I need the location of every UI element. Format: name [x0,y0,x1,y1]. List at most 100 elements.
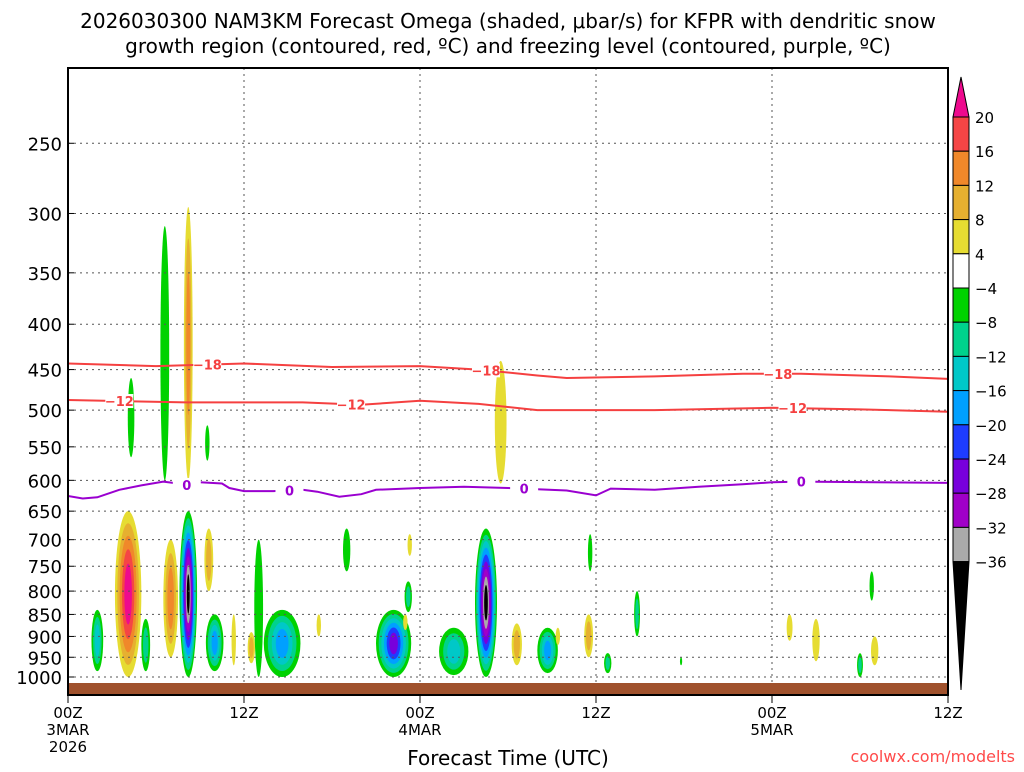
x-tick-label-l1: 00Z [53,704,82,722]
y-axis: 2503003504004505005506006507007508008509… [16,134,74,689]
y-tick-label-550: 550 [28,438,62,459]
colorbar-label: 4 [975,246,985,264]
colorbar-box-4 [952,219,970,255]
omega-feature-14-level--16 [275,629,289,658]
y-tick-label-950: 950 [28,648,62,669]
x-tick-label-l1: 00Z [405,704,434,722]
y-tick-label-300: 300 [28,204,62,225]
y-tick-label-700: 700 [28,531,62,552]
contour-label--18: −18 [763,368,792,383]
omega-feature-10-level--16 [211,630,218,655]
colorbar-box-8 [952,355,970,392]
omega-feature-4-level--4 [160,226,170,481]
omega-feature-7-level--36 [186,574,190,614]
colorbar-box-9 [952,390,970,426]
y-tick-label-250: 250 [28,134,62,155]
chart-title-line2: growth region (contoured, red, ºC) and f… [125,34,891,58]
omega-cross-section-chart: 2026030300 NAM3KM Forecast Omega (shaded… [16,9,1015,770]
contour-label-0: 0 [285,484,294,499]
omega-feature-2-level--4 [127,378,135,458]
colorbar-label: 16 [975,143,994,161]
colorbar-box-5 [952,253,970,289]
omega-feature-22-level--36 [484,585,488,621]
omega-feature-6-level-12 [186,272,191,416]
contour-label--12: −12 [105,395,134,410]
y-tick-label-350: 350 [28,264,62,285]
contour-label-0: 0 [182,479,191,494]
omega-feature-35-level--8 [858,657,862,674]
ground-surface [68,683,948,695]
colorbar-box-10 [952,424,970,460]
y-tick-label-450: 450 [28,361,62,382]
x-tick-label-l1: 12Z [581,704,610,722]
omega-feature-13-level--4 [254,539,264,677]
x-tick-label-l2: 5MAR [750,721,793,739]
colorbar-box-13 [952,526,970,563]
contour-label--18: −18 [472,364,501,379]
omega-feature-20-level--8 [406,586,411,608]
colorbar-top-arrow [952,76,970,118]
colorbar-box-3 [952,184,970,221]
x-tick-label-l2: 3MAR [46,721,89,739]
colorbar-box-2 [952,150,970,186]
y-tick-label-800: 800 [28,582,62,603]
colorbar-label: −20 [975,417,1007,435]
contour-label-0: 0 [520,483,529,498]
watermark: coolwx.com/modelts [851,747,1015,766]
colorbar-label: 20 [975,109,994,127]
omega-shading [91,206,879,677]
x-axis-label: Forecast Time (UTC) [407,746,609,768]
contour-label--12: −12 [778,402,807,417]
contour-label--18: −18 [193,359,222,374]
omega-feature-26-level-4 [555,627,561,645]
y-tick-label-650: 650 [28,502,62,523]
y-tick-label-900: 900 [28,627,62,648]
colorbar-label: −8 [975,314,997,332]
y-tick-label-1000: 1000 [16,668,62,689]
omega-feature-24-level-8 [513,630,520,659]
omega-feature-36-level-4 [871,636,879,666]
colorbar-label: −12 [975,348,1007,366]
omega-feature-0-level-20 [124,563,132,625]
omega-feature-33-level-4 [812,618,820,662]
colorbar-label: 12 [975,177,994,195]
colorbar-label: −4 [975,280,997,298]
grid-lines [68,68,948,695]
colorbar-box-11 [952,458,970,494]
colorbar-label: −36 [975,554,1007,572]
x-tick-label-l2: 4MAR [398,721,441,739]
omega-feature-18-level-4 [403,614,408,630]
y-tick-label-750: 750 [28,557,62,578]
plot-frame [67,67,949,696]
colorbar-label: −16 [975,383,1007,401]
colorbar-label: −24 [975,451,1007,469]
colorbar-box-7 [952,321,970,357]
y-tick-label-400: 400 [28,315,62,336]
omega-feature-25-level--16 [544,640,552,661]
contour-label-0: 0 [797,476,806,491]
colorbar-box-6 [952,287,970,323]
omega-feature-29-level--8 [605,656,610,670]
omega-feature-5-level-12 [167,567,174,630]
x-tick-label-l1: 12Z [933,704,962,722]
temperature-contours: −18 −18 −18 −12 −12 −12 0 0 0 0 [68,357,948,500]
contour-label--12: −12 [337,398,366,413]
colorbar-box-1 [952,116,970,152]
y-tick-label-600: 600 [28,471,62,492]
omega-feature-16-level--4 [343,528,351,572]
omega-feature-11-level-4 [231,614,236,666]
chart-title-line1: 2026030300 NAM3KM Forecast Omega (shaded… [80,9,936,33]
omega-feature-1-level--12 [94,624,100,657]
colorbar: 20 16 12 8 4 −4 −8 −12 −16 −20 −24 −28 −32 −36 [952,76,1007,691]
omega-feature-8-level-8 [206,538,212,582]
colorbar-label: −32 [975,519,1007,537]
colorbar-label: −28 [975,485,1007,503]
x-tick-label-l1: 00Z [757,704,786,722]
omega-feature-19-level-4 [407,534,412,556]
y-tick-label-500: 500 [28,401,62,422]
colorbar-bottom-arrow [952,561,970,691]
omega-feature-9-level--4 [205,425,210,461]
omega-feature-15-level-4 [316,614,321,637]
y-tick-label-850: 850 [28,605,62,626]
omega-feature-17-level--24 [389,632,398,655]
